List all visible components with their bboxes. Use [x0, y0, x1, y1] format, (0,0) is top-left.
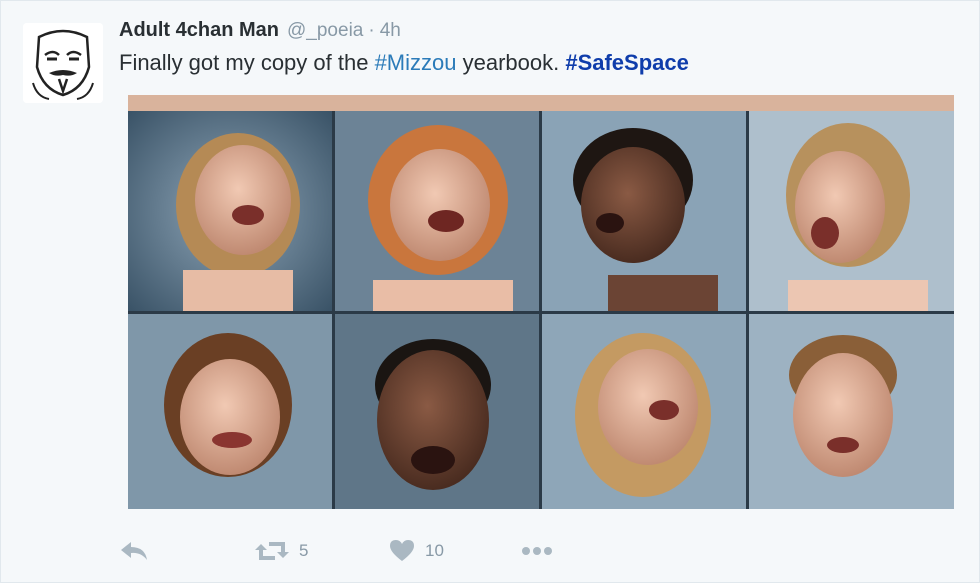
like-count: 10: [425, 541, 444, 560]
retweet-button[interactable]: 5: [255, 535, 308, 567]
photo-tile: [335, 111, 539, 311]
photo-tile: [542, 314, 746, 509]
like-button[interactable]: 10: [389, 535, 444, 567]
hashtag-link-safespace[interactable]: #SafeSpace: [565, 50, 689, 75]
guy-fawkes-mask-icon: [23, 23, 103, 103]
photo-grid: [128, 95, 954, 509]
tweet-card[interactable]: Adult 4chan Man @_poeia · 4h Finally got…: [0, 0, 980, 583]
author-name[interactable]: Adult 4chan Man: [119, 19, 279, 42]
avatar[interactable]: [23, 23, 103, 103]
reply-icon: [121, 542, 147, 560]
author-handle[interactable]: @_poeia: [287, 20, 363, 42]
hashtag-link-mizzou[interactable]: #Mizzou: [375, 50, 457, 75]
more-button[interactable]: [521, 535, 553, 567]
tweet-text-part: yearbook.: [456, 50, 566, 75]
retweet-count: 5: [299, 541, 309, 560]
tweet-actions: 5 10: [119, 535, 619, 567]
photo-tile: [128, 314, 332, 509]
photo-tile: [749, 314, 954, 509]
tweet-text: Finally got my copy of the #Mizzou yearb…: [119, 50, 689, 76]
tweet-timestamp[interactable]: 4h: [380, 20, 401, 42]
photo-tile: [128, 111, 332, 311]
photo-tile: [749, 111, 954, 311]
heart-icon: [390, 540, 414, 561]
reply-button[interactable]: [119, 535, 149, 567]
tweet-header: Adult 4chan Man @_poeia · 4h: [119, 19, 401, 47]
photo-tile: [542, 111, 746, 311]
more-icon: [522, 547, 552, 555]
tweet-media-photo[interactable]: [128, 95, 954, 509]
photo-tile: [335, 314, 539, 509]
separator-dot: ·: [368, 20, 375, 41]
tweet-text-part: Finally got my copy of the: [119, 50, 375, 75]
retweet-icon: [255, 542, 289, 560]
